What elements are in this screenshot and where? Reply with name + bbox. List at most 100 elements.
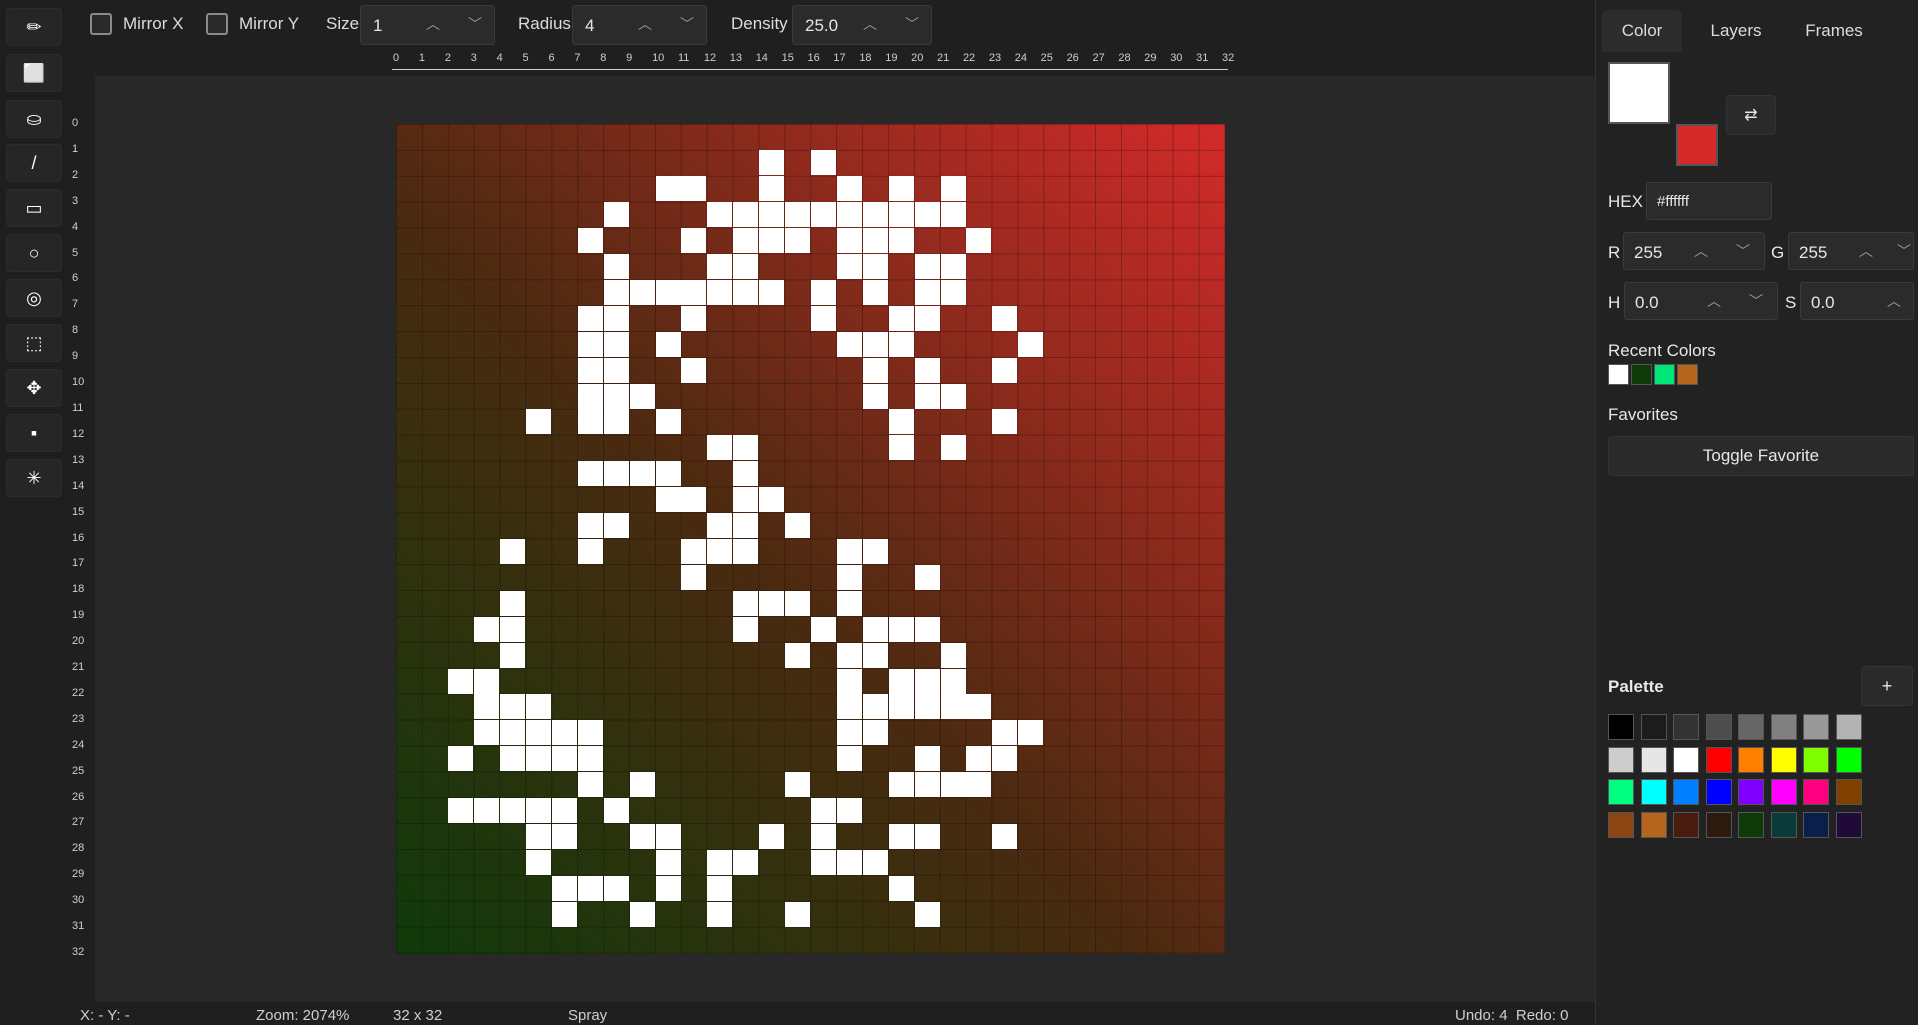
- palette-color-swatch[interactable]: [1705, 811, 1732, 838]
- tab-color[interactable]: Color: [1602, 10, 1682, 52]
- palette-color-swatch[interactable]: [1673, 714, 1699, 740]
- palette-color-swatch[interactable]: [1738, 714, 1764, 740]
- pixel-canvas[interactable]: [396, 124, 1225, 954]
- decrement-icon[interactable]: ﹀: [1736, 241, 1750, 261]
- painted-pixel: [629, 383, 655, 409]
- recent-color-swatch[interactable]: [1654, 364, 1675, 385]
- palette-color-swatch[interactable]: [1738, 811, 1764, 838]
- palette-color-swatch[interactable]: [1608, 779, 1634, 805]
- palette-color-swatch[interactable]: [1803, 811, 1829, 838]
- fill-bucket-tool-button[interactable]: ⛀: [6, 100, 62, 138]
- palette-color-swatch[interactable]: [1835, 714, 1862, 740]
- density-spinbox[interactable]: 25.0 ︿ ﹀: [792, 5, 932, 45]
- primary-color-swatch[interactable]: [1608, 62, 1670, 124]
- painted-pixel: [603, 357, 629, 383]
- rectangle-tool-button[interactable]: ▭: [6, 189, 62, 227]
- line-tool-button[interactable]: /: [6, 144, 62, 182]
- decrement-icon[interactable]: ﹀: [905, 14, 919, 34]
- select-tool-button[interactable]: ⬚: [6, 324, 62, 362]
- tab-frames[interactable]: Frames: [1788, 10, 1880, 52]
- recent-colors-row: [1608, 364, 1728, 392]
- mirror-x-checkbox[interactable]: [90, 13, 112, 35]
- palette-color-swatch[interactable]: [1835, 746, 1862, 773]
- ruler-tick-label: 9: [72, 350, 79, 363]
- increment-icon[interactable]: ︿: [1887, 291, 1901, 311]
- tab-layers[interactable]: Layers: [1688, 10, 1784, 52]
- palette-color-swatch[interactable]: [1770, 779, 1797, 805]
- swap-colors-button[interactable]: ⇄: [1726, 95, 1776, 135]
- increment-icon[interactable]: ︿: [863, 14, 877, 34]
- spray-tool-button[interactable]: ◎: [6, 279, 62, 317]
- palette-color-swatch[interactable]: [1705, 714, 1732, 740]
- mirror-y-checkbox[interactable]: [206, 13, 228, 35]
- ruler-tick-label: 0: [393, 52, 400, 64]
- pencil-tool-button[interactable]: ✏: [6, 8, 62, 46]
- increment-icon[interactable]: ︿: [426, 14, 440, 34]
- palette-color-swatch[interactable]: [1640, 746, 1667, 773]
- r-spinbox[interactable]: 255 ︿ ﹀: [1623, 232, 1765, 270]
- palette-color-swatch[interactable]: [1803, 714, 1829, 740]
- palette-color-swatch[interactable]: [1738, 779, 1764, 805]
- toggle-favorite-button[interactable]: Toggle Favorite: [1608, 436, 1914, 476]
- s-spinbox[interactable]: 0.0 ︿: [1800, 282, 1914, 320]
- increment-icon[interactable]: ︿: [638, 14, 652, 34]
- palette-color-swatch[interactable]: [1608, 746, 1634, 773]
- painted-pixel: [655, 279, 681, 305]
- decrement-icon[interactable]: ﹀: [1749, 291, 1763, 311]
- painted-pixel: [914, 254, 940, 280]
- painted-pixel: [474, 798, 500, 824]
- painted-pixel: [733, 539, 759, 564]
- palette-color-swatch[interactable]: [1835, 779, 1862, 805]
- ruler-tick-label: 27: [72, 816, 85, 829]
- painted-pixel: [862, 279, 888, 305]
- palette-color-swatch[interactable]: [1770, 746, 1797, 773]
- decrement-icon[interactable]: ﹀: [468, 14, 482, 34]
- favorites-label: Favorites: [1608, 405, 1678, 424]
- palette-color-swatch[interactable]: [1705, 746, 1732, 773]
- palette-color-swatch[interactable]: [1705, 779, 1732, 805]
- decrement-icon[interactable]: ﹀: [680, 14, 694, 34]
- increment-icon[interactable]: ︿: [1694, 241, 1708, 261]
- palette-color-swatch[interactable]: [1770, 714, 1797, 740]
- radius-spinbox[interactable]: 4 ︿ ﹀: [572, 5, 707, 45]
- painted-pixel: [733, 849, 759, 875]
- recent-color-swatch[interactable]: [1631, 364, 1652, 385]
- ruler-tick-label: 32: [72, 946, 85, 958]
- palette-color-swatch[interactable]: [1673, 811, 1699, 838]
- add-palette-color-button[interactable]: +: [1861, 666, 1913, 706]
- recent-color-swatch[interactable]: [1608, 364, 1629, 385]
- recent-color-swatch[interactable]: [1677, 364, 1698, 385]
- painted-pixel: [733, 202, 759, 228]
- palette-color-swatch[interactable]: [1640, 779, 1667, 805]
- g-spinbox[interactable]: 255 ︿ ﹀: [1788, 232, 1914, 270]
- ruler-tick-label: 29: [72, 868, 85, 881]
- ruler-tick-label: 21: [937, 52, 950, 64]
- vertical-ruler: 0 1 2 3 4 5 6 7 8 9 10 11 12 13 14 15 16 17 18 19 20 21 22 23 24…: [68, 117, 92, 980]
- painted-pixel: [940, 435, 966, 461]
- ellipse-tool-button[interactable]: ○: [6, 234, 62, 272]
- increment-icon[interactable]: ︿: [1707, 291, 1721, 311]
- magic-tool-button[interactable]: ✳: [6, 459, 62, 497]
- move-tool-button[interactable]: ✥: [6, 369, 62, 407]
- painted-pixel: [888, 176, 914, 202]
- stamp-tool-button[interactable]: ▪: [6, 414, 62, 452]
- palette-color-swatch[interactable]: [1803, 746, 1829, 773]
- palette-color-swatch[interactable]: [1673, 779, 1699, 805]
- secondary-color-swatch[interactable]: [1676, 124, 1718, 166]
- eraser-tool-button[interactable]: ⬜: [6, 54, 62, 92]
- h-spinbox[interactable]: 0.0 ︿ ﹀: [1624, 282, 1778, 320]
- palette-color-swatch[interactable]: [1803, 779, 1829, 805]
- palette-color-swatch[interactable]: [1835, 811, 1862, 838]
- palette-color-swatch[interactable]: [1640, 714, 1667, 740]
- palette-color-swatch[interactable]: [1738, 746, 1764, 773]
- palette-grid: [1608, 714, 1878, 844]
- palette-color-swatch[interactable]: [1608, 811, 1634, 838]
- size-spinbox[interactable]: 1 ︿ ﹀: [360, 5, 495, 45]
- increment-icon[interactable]: ︿: [1859, 241, 1873, 261]
- palette-color-swatch[interactable]: [1770, 811, 1797, 838]
- palette-color-swatch[interactable]: [1673, 746, 1699, 773]
- decrement-icon[interactable]: ﹀: [1897, 241, 1911, 261]
- palette-color-swatch[interactable]: [1608, 714, 1634, 740]
- palette-color-swatch[interactable]: [1640, 811, 1667, 838]
- hex-input[interactable]: #ffffff: [1646, 182, 1772, 220]
